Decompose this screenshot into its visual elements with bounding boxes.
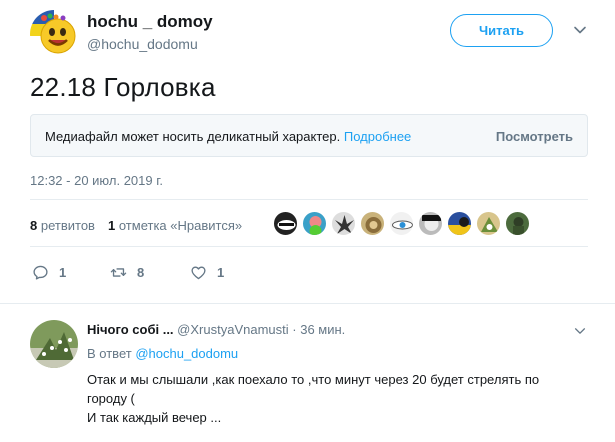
liker-avatar[interactable] xyxy=(505,211,530,236)
follow-button[interactable]: Читать xyxy=(450,14,553,47)
likes-label: отметка «Нравится» xyxy=(118,218,243,233)
heart-icon xyxy=(191,266,206,279)
media-warning-message: Медиафайл может носить деликатный характ… xyxy=(45,129,341,144)
like-count: 1 xyxy=(217,264,225,280)
emoji-avatar-icon xyxy=(30,10,78,58)
reply-tweet[interactable]: Нічого собі ... @XrustyaVnamusti · 36 ми… xyxy=(30,320,590,442)
liker-avatar[interactable] xyxy=(389,211,414,236)
reply-author-name[interactable]: Нічого собі ... xyxy=(87,322,174,337)
liker-avatar[interactable] xyxy=(360,211,385,236)
divider xyxy=(30,246,588,247)
author-avatar[interactable] xyxy=(30,10,78,58)
divider xyxy=(30,199,588,200)
divider xyxy=(0,303,615,304)
reply-text-line: городу ( xyxy=(87,391,135,406)
reply-meta: Нічого собі ... @XrustyaVnamusti · 36 ми… xyxy=(87,322,345,337)
in-reply-to: В ответ @hochu_dodomu xyxy=(87,346,238,361)
likes-stat[interactable]: 1 отметка «Нравится» xyxy=(108,218,242,233)
tweet-text: 22.18 Горловка xyxy=(30,72,216,102)
sensitive-media-warning: Медиафайл может носить деликатный характ… xyxy=(30,114,588,157)
liker-avatar[interactable] xyxy=(273,211,298,236)
reply-icon xyxy=(33,265,48,280)
author-handle[interactable]: @hochu_dodomu xyxy=(87,36,198,52)
liker-avatars xyxy=(273,211,563,239)
tweet-stats: 8 ретвитов 1 отметка «Нравится» xyxy=(30,208,590,242)
reply-avatar-image xyxy=(30,320,78,368)
liker-avatar[interactable] xyxy=(302,211,327,236)
media-warning-text: Медиафайл может носить деликатный характ… xyxy=(45,129,411,144)
retweets-label: ретвитов xyxy=(40,218,95,233)
liker-avatar[interactable] xyxy=(447,211,472,236)
chevron-down-icon[interactable] xyxy=(573,324,587,338)
learn-more-link[interactable]: Подробнее xyxy=(344,129,411,144)
in-reply-prefix: В ответ xyxy=(87,346,132,361)
liker-avatar[interactable] xyxy=(476,211,501,236)
reply-action[interactable]: 1 xyxy=(32,262,66,282)
reply-author-avatar[interactable] xyxy=(30,320,78,368)
retweet-action[interactable]: 8 xyxy=(110,262,144,282)
reply-count: 1 xyxy=(59,264,67,280)
liker-avatar[interactable] xyxy=(331,211,356,236)
author-name[interactable]: hochu _ domoy xyxy=(87,12,213,32)
in-reply-mention[interactable]: @hochu_dodomu xyxy=(135,346,238,361)
retweets-count: 8 xyxy=(30,218,38,233)
retweet-count: 8 xyxy=(137,264,145,280)
retweet-icon xyxy=(110,267,127,277)
reply-text-line: И так каждый вечер ... xyxy=(87,410,222,425)
likes-count: 1 xyxy=(108,218,116,233)
reply-author-handle[interactable]: @XrustyaVnamusti xyxy=(177,322,288,337)
reply-time[interactable]: 36 мин. xyxy=(300,322,345,337)
tweet-actions: 1 8 1 xyxy=(30,262,330,282)
view-media-button[interactable]: Посмотреть xyxy=(496,129,573,144)
reply-separator: · xyxy=(292,322,297,337)
tweet-header: hochu _ domoy @hochu_dodomu Читать xyxy=(30,10,595,60)
retweets-stat[interactable]: 8 ретвитов xyxy=(30,218,95,233)
chevron-down-icon[interactable] xyxy=(572,22,588,38)
tweet-timestamp[interactable]: 12:32 - 20 июл. 2019 г. xyxy=(30,173,163,188)
reply-text: Отак и мы слышали ,как поехало то ,что м… xyxy=(87,370,577,427)
reply-text-line: Отак и мы слышали ,как поехало то ,что м… xyxy=(87,372,540,387)
like-action[interactable]: 1 xyxy=(190,262,224,282)
liker-avatar[interactable] xyxy=(418,211,443,236)
